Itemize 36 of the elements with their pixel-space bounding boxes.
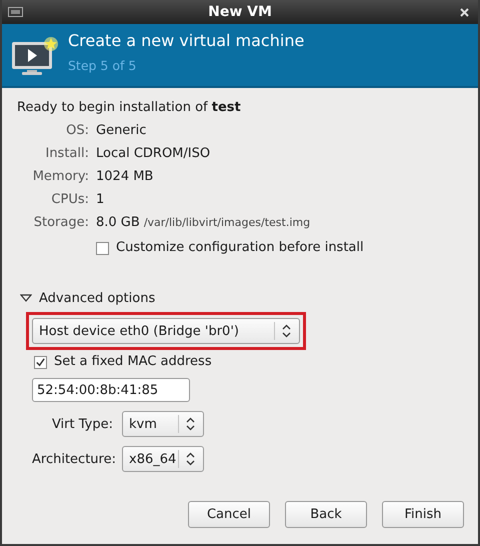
network-dropdown[interactable]: Host device eth0 (Bridge 'br0')	[32, 318, 300, 344]
field-label: Install:	[44, 145, 89, 163]
dropdown[interactable]: kvm	[122, 411, 204, 437]
checkbox[interactable]	[34, 356, 47, 368]
checkbox-label[interactable]: Set a fixed MAC address	[54, 352, 212, 372]
header-title: Create a new virtual machine	[68, 30, 304, 52]
field-value: 8.0 GB	[96, 215, 140, 230]
field-label: OS:	[65, 122, 89, 140]
field-value: Generic	[96, 123, 146, 138]
close-icon	[459, 6, 470, 18]
dialog-button[interactable]: Finish	[382, 501, 464, 528]
field-value: 1	[96, 192, 104, 207]
updown-icon	[186, 417, 195, 431]
dialog-button[interactable]: Cancel	[188, 501, 270, 528]
field-label: Architecture:	[32, 452, 113, 466]
checkmark-icon	[35, 356, 46, 368]
dropdown[interactable]: x86_64	[122, 446, 204, 472]
dialog-button[interactable]: Back	[285, 501, 367, 528]
step-label: Step 5 of 5	[68, 58, 138, 73]
field-label: Storage:	[32, 214, 89, 232]
field-label: CPUs:	[50, 191, 89, 209]
checkbox-label[interactable]: Customize configuration before install	[116, 238, 364, 258]
window-menu-icon	[8, 7, 23, 17]
checkbox[interactable]	[96, 242, 109, 254]
updown-icon	[186, 452, 195, 466]
mac-address-field[interactable]: 52:54:00:8b:41:85	[32, 378, 190, 402]
storage-path: /var/lib/libvirt/images/test.img	[144, 216, 310, 229]
updown-icon	[282, 324, 291, 338]
field-value: Local CDROM/ISO	[96, 146, 210, 161]
window-title: New VM	[208, 4, 272, 20]
monitor-play-icon	[11, 36, 59, 76]
field-label: Virt Type:	[50, 416, 113, 432]
summary-heading: Ready to begin installation of test	[17, 99, 242, 117]
field-value: 1024 MB	[96, 169, 154, 184]
field-label: Memory:	[32, 168, 89, 186]
expander-toggle[interactable]: Advanced options	[39, 289, 156, 309]
